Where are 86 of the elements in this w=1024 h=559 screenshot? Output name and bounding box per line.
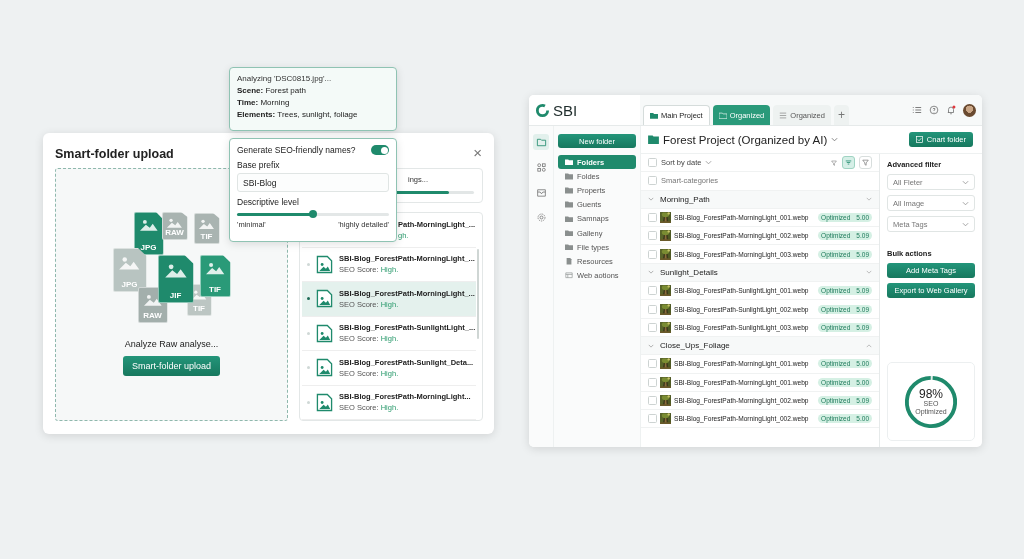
- list-icon: [779, 111, 788, 119]
- caret-icon[interactable]: [705, 160, 713, 166]
- dialog-title: Smart-folder upload: [55, 146, 174, 161]
- checkbox[interactable]: [648, 396, 657, 405]
- folder-icon: [718, 111, 727, 119]
- folder-icon: [648, 135, 659, 144]
- group-name: Close_Ups_Foliage: [660, 341, 730, 351]
- chevron-icon[interactable]: [648, 197, 654, 202]
- file-type-label: RAW: [143, 312, 162, 320]
- image-icon: [166, 217, 183, 229]
- image-file-icon: [316, 323, 333, 343]
- checkbox[interactable]: [648, 377, 657, 387]
- checkbox[interactable]: [648, 158, 657, 168]
- list-icon[interactable]: [912, 105, 922, 115]
- chevron-icon[interactable]: [866, 270, 872, 275]
- checkbox[interactable]: [648, 414, 657, 424]
- caret-icon: [962, 179, 969, 185]
- checkbox[interactable]: [648, 249, 657, 259]
- analysis-title: Analyzing 'DSC0815.jpg'...: [237, 74, 333, 83]
- image-file-icon: [316, 289, 333, 309]
- file-type-label: RAW: [165, 229, 184, 237]
- window-icon: [565, 272, 573, 279]
- caret-icon[interactable]: [831, 137, 839, 142]
- image-file-icon: [316, 358, 333, 378]
- group-name: Morning_Path: [660, 194, 710, 204]
- avatar[interactable]: [963, 103, 976, 117]
- logo-text: SBI: [553, 101, 578, 119]
- caret-icon: [962, 221, 969, 227]
- prefix-field[interactable]: SBI-Blog: [237, 173, 389, 192]
- status-dot: [307, 262, 310, 266]
- status-text: Analyze Raw analyse...: [124, 339, 219, 349]
- prefix-label: Base prefix: [237, 160, 281, 170]
- file-type-label: JPG: [121, 281, 138, 289]
- document-icon: [565, 258, 573, 265]
- bell-icon[interactable]: [946, 105, 956, 115]
- project-title[interactable]: Forest Project (Organized by AI): [663, 133, 828, 146]
- status-dot: [307, 400, 310, 404]
- image-icon: [198, 218, 215, 231]
- status-dot: [307, 297, 310, 301]
- file-type-label: TIF: [209, 286, 221, 294]
- checkbox[interactable]: [648, 176, 657, 186]
- checkbox[interactable]: [648, 231, 657, 241]
- scrollbar[interactable]: [477, 249, 479, 339]
- file-type-label: JIF: [169, 292, 182, 300]
- chevron-icon[interactable]: [866, 343, 872, 348]
- toggle-switch[interactable]: [371, 145, 389, 155]
- analysis-line: Time: Morning: [237, 98, 291, 107]
- checkbox[interactable]: [648, 213, 657, 223]
- analysis-line: Elements: Trees, sunlight, foliage: [237, 110, 359, 119]
- file-type-label: TIF: [193, 305, 205, 313]
- image-file-icon: [316, 254, 333, 274]
- image-icon: [142, 293, 163, 307]
- chevron-icon[interactable]: [866, 197, 872, 202]
- toggle-label: Generate SEO-friendly names?: [237, 145, 356, 155]
- checkbox[interactable]: [648, 322, 657, 332]
- close-button[interactable]: ×: [473, 144, 482, 161]
- level-slider-track[interactable]: [237, 213, 389, 216]
- file-type-label: TIF: [200, 233, 213, 241]
- logo-icon: [535, 102, 550, 118]
- caret-icon: [962, 200, 969, 206]
- chevron-icon[interactable]: [648, 270, 654, 275]
- image-icon: [118, 254, 141, 271]
- folder-icon: [650, 112, 658, 119]
- image-file-icon: [316, 392, 333, 412]
- file-type-label: JPG: [140, 244, 157, 252]
- help-icon[interactable]: [929, 105, 939, 115]
- add-tab-button[interactable]: +: [833, 105, 849, 125]
- filter-lines-icon[interactable]: [842, 156, 855, 170]
- status-dot: [307, 331, 310, 335]
- folder-icon[interactable]: [533, 134, 549, 150]
- checkbox-icon: [915, 136, 923, 143]
- checkbox[interactable]: [648, 286, 657, 296]
- checkbox[interactable]: [648, 359, 657, 369]
- seo-percent: 98%: [918, 387, 943, 401]
- image-icon: [204, 261, 226, 276]
- slider-thumb[interactable]: [309, 210, 317, 218]
- image-icon: [163, 262, 188, 279]
- checkbox[interactable]: [648, 304, 657, 314]
- image-icon: [138, 218, 159, 232]
- analysis-line: Scene: Forest path: [237, 86, 307, 95]
- upload-button[interactable]: Smart-folder upload: [122, 356, 220, 376]
- filter-icon[interactable]: [859, 156, 872, 170]
- status-dot: [307, 366, 310, 370]
- filter-icon[interactable]: [830, 158, 838, 167]
- group-name: Sunlight_Details: [660, 267, 718, 277]
- chevron-icon[interactable]: [648, 343, 654, 348]
